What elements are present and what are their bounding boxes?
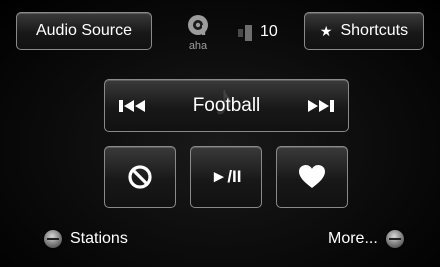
volume-level: 10 (260, 23, 278, 40)
knob-icon (44, 230, 62, 248)
stations-button[interactable]: Stations (44, 227, 128, 251)
shortcuts-button[interactable]: ★ Shortcuts (304, 12, 424, 50)
more-label: More... (328, 230, 378, 247)
aha-logo: aha (180, 12, 216, 52)
like-button[interactable] (276, 146, 348, 208)
stations-label: Stations (70, 230, 128, 247)
star-icon: ★ (319, 22, 333, 39)
audio-source-button[interactable]: Audio Source (16, 12, 152, 50)
play-pause-icon: ►/II (210, 167, 242, 186)
heart-icon (299, 165, 325, 188)
ban-button[interactable] (104, 146, 176, 208)
volume-indicator: 10 (236, 20, 278, 44)
aha-logo-icon: aha (188, 15, 208, 52)
volume-bars-icon (238, 25, 252, 41)
shortcuts-label: Shortcuts (340, 22, 409, 39)
knob-icon (385, 230, 404, 248)
skip-back-icon[interactable] (119, 99, 145, 113)
audio-source-label: Audio Source (35, 22, 133, 39)
aha-radio-screen: Audio Source aha 10 ★ Shortcuts ♪ Footba… (0, 0, 440, 267)
track-title: Football (192, 94, 261, 116)
ban-icon (128, 165, 152, 189)
skip-forward-icon[interactable] (307, 99, 334, 113)
play-pause-button[interactable]: ►/II (190, 146, 262, 208)
aha-logo-text: aha (189, 40, 208, 52)
more-button[interactable]: More... (328, 227, 404, 251)
track-control-bar: ♪ Football (104, 76, 349, 132)
